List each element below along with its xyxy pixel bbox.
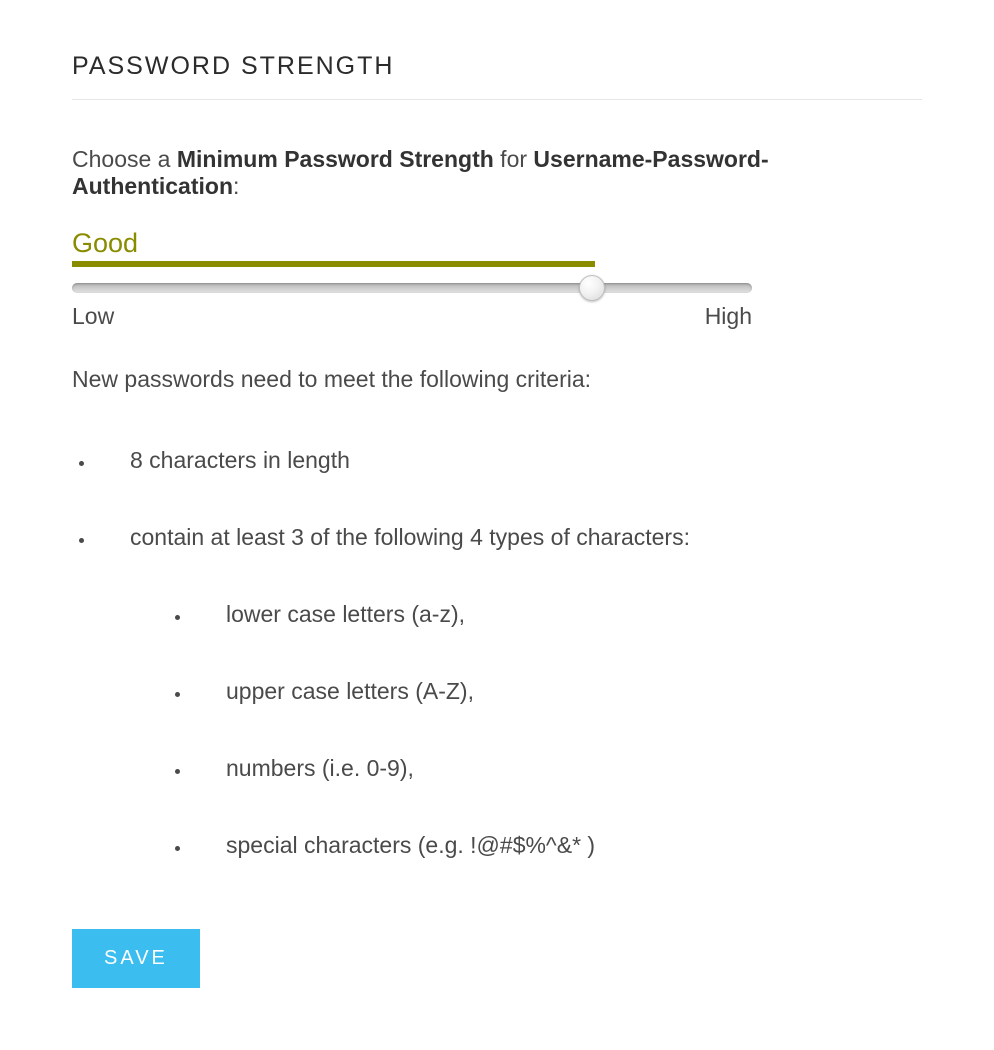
list-item: upper case letters (A-Z), [192, 678, 922, 705]
save-button[interactable]: SAVE [72, 929, 200, 988]
instruction-bold-1: Minimum Password Strength [177, 146, 494, 172]
list-item: 8 characters in length [96, 447, 922, 474]
slider-low-label: Low [72, 303, 114, 330]
list-item-text: numbers (i.e. 0-9), [226, 755, 414, 781]
strength-slider[interactable] [72, 275, 752, 293]
criteria-intro: New passwords need to meet the following… [72, 366, 922, 393]
section-title: PASSWORD STRENGTH [72, 52, 922, 100]
instruction-middle: for [494, 146, 534, 172]
list-item: lower case letters (a-z), [192, 601, 922, 628]
criteria-list: 8 characters in length contain at least … [72, 447, 922, 859]
slider-thumb[interactable] [579, 275, 605, 301]
list-item-text: contain at least 3 of the following 4 ty… [130, 524, 690, 550]
instruction-suffix: : [233, 173, 239, 199]
slider-end-labels: Low High [72, 303, 752, 330]
strength-value-label: Good [72, 228, 922, 259]
list-item: contain at least 3 of the following 4 ty… [96, 524, 922, 859]
strength-fill-bar [72, 261, 595, 267]
list-item-text: upper case letters (A-Z), [226, 678, 474, 704]
slider-high-label: High [705, 303, 752, 330]
list-item-text: 8 characters in length [130, 447, 350, 473]
slider-track[interactable] [72, 283, 752, 293]
list-item: numbers (i.e. 0-9), [192, 755, 922, 782]
instruction-text: Choose a Minimum Password Strength for U… [72, 146, 922, 200]
list-item-text: lower case letters (a-z), [226, 601, 465, 627]
list-item: special characters (e.g. !@#$%^&* ) [192, 832, 922, 859]
list-item-text: special characters (e.g. !@#$%^&* ) [226, 832, 595, 858]
criteria-sublist: lower case letters (a-z), upper case let… [130, 601, 922, 859]
instruction-prefix: Choose a [72, 146, 177, 172]
